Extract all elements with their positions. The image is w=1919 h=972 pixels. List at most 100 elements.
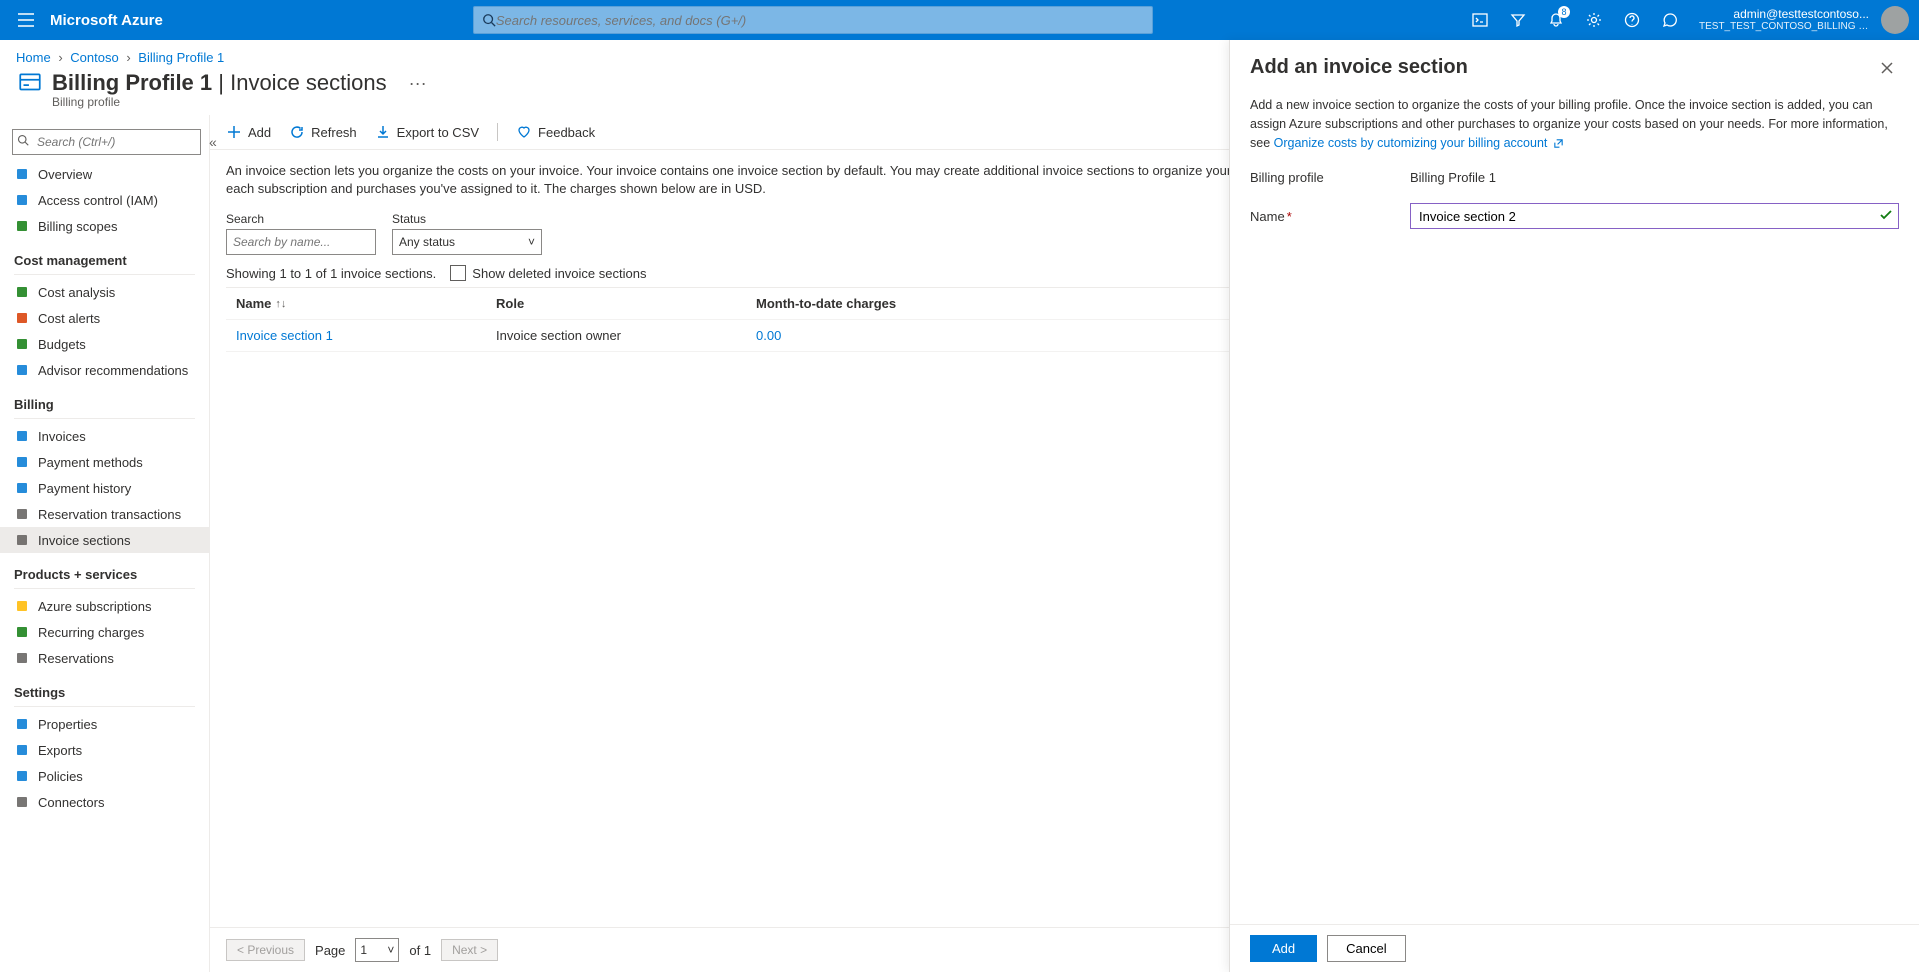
next-page-button[interactable]: Next > — [441, 939, 498, 961]
invoice-section-name-input[interactable] — [1410, 203, 1899, 229]
global-search-input[interactable] — [496, 13, 1144, 28]
sidebar-item-reservation-trans[interactable]: Reservation transactions — [0, 501, 209, 527]
sidebar-item-cost-alerts[interactable]: Cost alerts — [0, 305, 209, 331]
sidebar-item-label: Access control (IAM) — [38, 193, 158, 208]
blade-cancel-button[interactable]: Cancel — [1327, 935, 1405, 962]
search-icon — [17, 134, 29, 146]
menu-toggle-button[interactable] — [10, 4, 42, 36]
topbar-actions: 8 admin@testtestcontoso... TEST_TEST_CON… — [1463, 3, 1909, 37]
budgets-icon — [14, 336, 30, 352]
payment-history-icon — [14, 480, 30, 496]
sidebar-item-payment-history[interactable]: Payment history — [0, 475, 209, 501]
prev-page-button[interactable]: < Previous — [226, 939, 305, 961]
refresh-label: Refresh — [311, 125, 357, 140]
filter-icon — [1510, 12, 1526, 28]
scopes-icon — [14, 218, 30, 234]
more-actions-button[interactable]: ··· — [409, 73, 427, 94]
add-invoice-section-blade: Add an invoice section Add a new invoice… — [1229, 40, 1919, 972]
export-button[interactable]: Export to CSV — [375, 124, 479, 140]
sidebar-item-label: Invoices — [38, 429, 86, 444]
sidebar-item-payment-methods[interactable]: Payment methods — [0, 449, 209, 475]
show-deleted-label: Show deleted invoice sections — [472, 266, 646, 281]
add-button[interactable]: Add — [226, 124, 271, 140]
hamburger-icon — [18, 13, 34, 27]
sidebar-item-cost-analysis[interactable]: Cost analysis — [0, 279, 209, 305]
sidebar-item-iam[interactable]: Access control (IAM) — [0, 187, 209, 213]
show-deleted-checkbox[interactable] — [450, 265, 466, 281]
col-header-name[interactable]: Name ↑↓ — [226, 288, 486, 319]
global-search-wrap — [163, 6, 1463, 34]
toolbar-separator — [497, 123, 498, 141]
page-title-sub: Invoice sections — [230, 70, 387, 95]
help-button[interactable] — [1615, 3, 1649, 37]
feedback-button-top[interactable] — [1653, 3, 1687, 37]
external-link-icon — [1553, 138, 1564, 149]
refresh-button[interactable]: Refresh — [289, 124, 357, 140]
sidebar-item-advisor[interactable]: Advisor recommendations — [0, 357, 209, 383]
sidebar-item-subscriptions[interactable]: Azure subscriptions — [0, 593, 209, 619]
notifications-button[interactable]: 8 — [1539, 3, 1573, 37]
sidebar-item-budgets[interactable]: Budgets — [0, 331, 209, 357]
sidebar-item-label: Invoice sections — [38, 533, 131, 548]
billing-profile-value: Billing Profile 1 — [1410, 170, 1899, 185]
page-title: Billing Profile 1 | Invoice sections — [52, 70, 387, 96]
valid-check-icon — [1879, 208, 1893, 222]
billing-profile-icon — [16, 69, 44, 97]
sidebar-item-label: Azure subscriptions — [38, 599, 151, 614]
feedback-button[interactable]: Feedback — [516, 124, 595, 140]
sidebar-item-properties[interactable]: Properties — [0, 711, 209, 737]
account-info[interactable]: admin@testtestcontoso... TEST_TEST_CONTO… — [1699, 7, 1869, 33]
settings-button[interactable] — [1577, 3, 1611, 37]
refresh-icon — [289, 124, 305, 140]
chevron-down-icon: ˅ — [387, 943, 394, 957]
avatar[interactable] — [1881, 6, 1909, 34]
learn-more-link[interactable]: Organize costs by cutomizing your billin… — [1274, 136, 1548, 150]
sidebar-item-invoices[interactable]: Invoices — [0, 423, 209, 449]
help-icon — [1624, 12, 1640, 28]
name-field-label: Name* — [1250, 209, 1410, 224]
invoice-section-link[interactable]: Invoice section 1 — [236, 328, 333, 343]
sidebar-item-policies[interactable]: Policies — [0, 763, 209, 789]
sidebar-search-input[interactable] — [12, 129, 201, 155]
heart-icon — [516, 124, 532, 140]
sidebar-item-label: Reservations — [38, 651, 114, 666]
sidebar-item-label: Connectors — [38, 795, 104, 810]
page-select[interactable]: 1 ˅ — [355, 938, 399, 962]
sidebar-item-overview[interactable]: Overview — [0, 161, 209, 187]
invoices-icon — [14, 428, 30, 444]
connectors-icon — [14, 794, 30, 810]
cloud-shell-button[interactable] — [1463, 3, 1497, 37]
feedback-icon — [1662, 12, 1678, 28]
col-header-role[interactable]: Role — [486, 288, 746, 319]
mtd-value[interactable]: 0.00 — [756, 328, 781, 343]
sidebar-item-reservations[interactable]: Reservations — [0, 645, 209, 671]
sidebar-item-label: Cost alerts — [38, 311, 100, 326]
sidebar-item-label: Overview — [38, 167, 92, 182]
breadcrumb-contoso[interactable]: Contoso — [70, 50, 118, 65]
sidebar-item-connectors[interactable]: Connectors — [0, 789, 209, 815]
sidebar-item-recurring[interactable]: Recurring charges — [0, 619, 209, 645]
page-label: Page — [315, 943, 345, 958]
sidebar-item-exports[interactable]: Exports — [0, 737, 209, 763]
sidebar-group-title: Settings — [0, 681, 209, 704]
sidebar-item-label: Payment methods — [38, 455, 143, 470]
breadcrumb-billing-profile[interactable]: Billing Profile 1 — [138, 50, 224, 65]
policies-icon — [14, 768, 30, 784]
sidebar-item-invoice-sections[interactable]: Invoice sections — [0, 527, 209, 553]
iam-icon — [14, 192, 30, 208]
chevron-down-icon: ˅ — [528, 235, 535, 249]
sidebar-item-label: Exports — [38, 743, 82, 758]
close-blade-button[interactable] — [1875, 56, 1899, 80]
search-filter-input[interactable] — [226, 229, 376, 255]
global-search[interactable] — [473, 6, 1153, 34]
breadcrumb-home[interactable]: Home — [16, 50, 51, 65]
required-indicator: * — [1287, 209, 1292, 224]
status-filter-value: Any status — [399, 235, 455, 249]
sidebar-item-label: Advisor recommendations — [38, 363, 188, 378]
directory-filter-button[interactable] — [1501, 3, 1535, 37]
sidebar-item-scopes[interactable]: Billing scopes — [0, 213, 209, 239]
invoice-sections-icon — [14, 532, 30, 548]
feedback-label: Feedback — [538, 125, 595, 140]
blade-add-button[interactable]: Add — [1250, 935, 1317, 962]
status-filter-select[interactable]: Any status ˅ — [392, 229, 542, 255]
